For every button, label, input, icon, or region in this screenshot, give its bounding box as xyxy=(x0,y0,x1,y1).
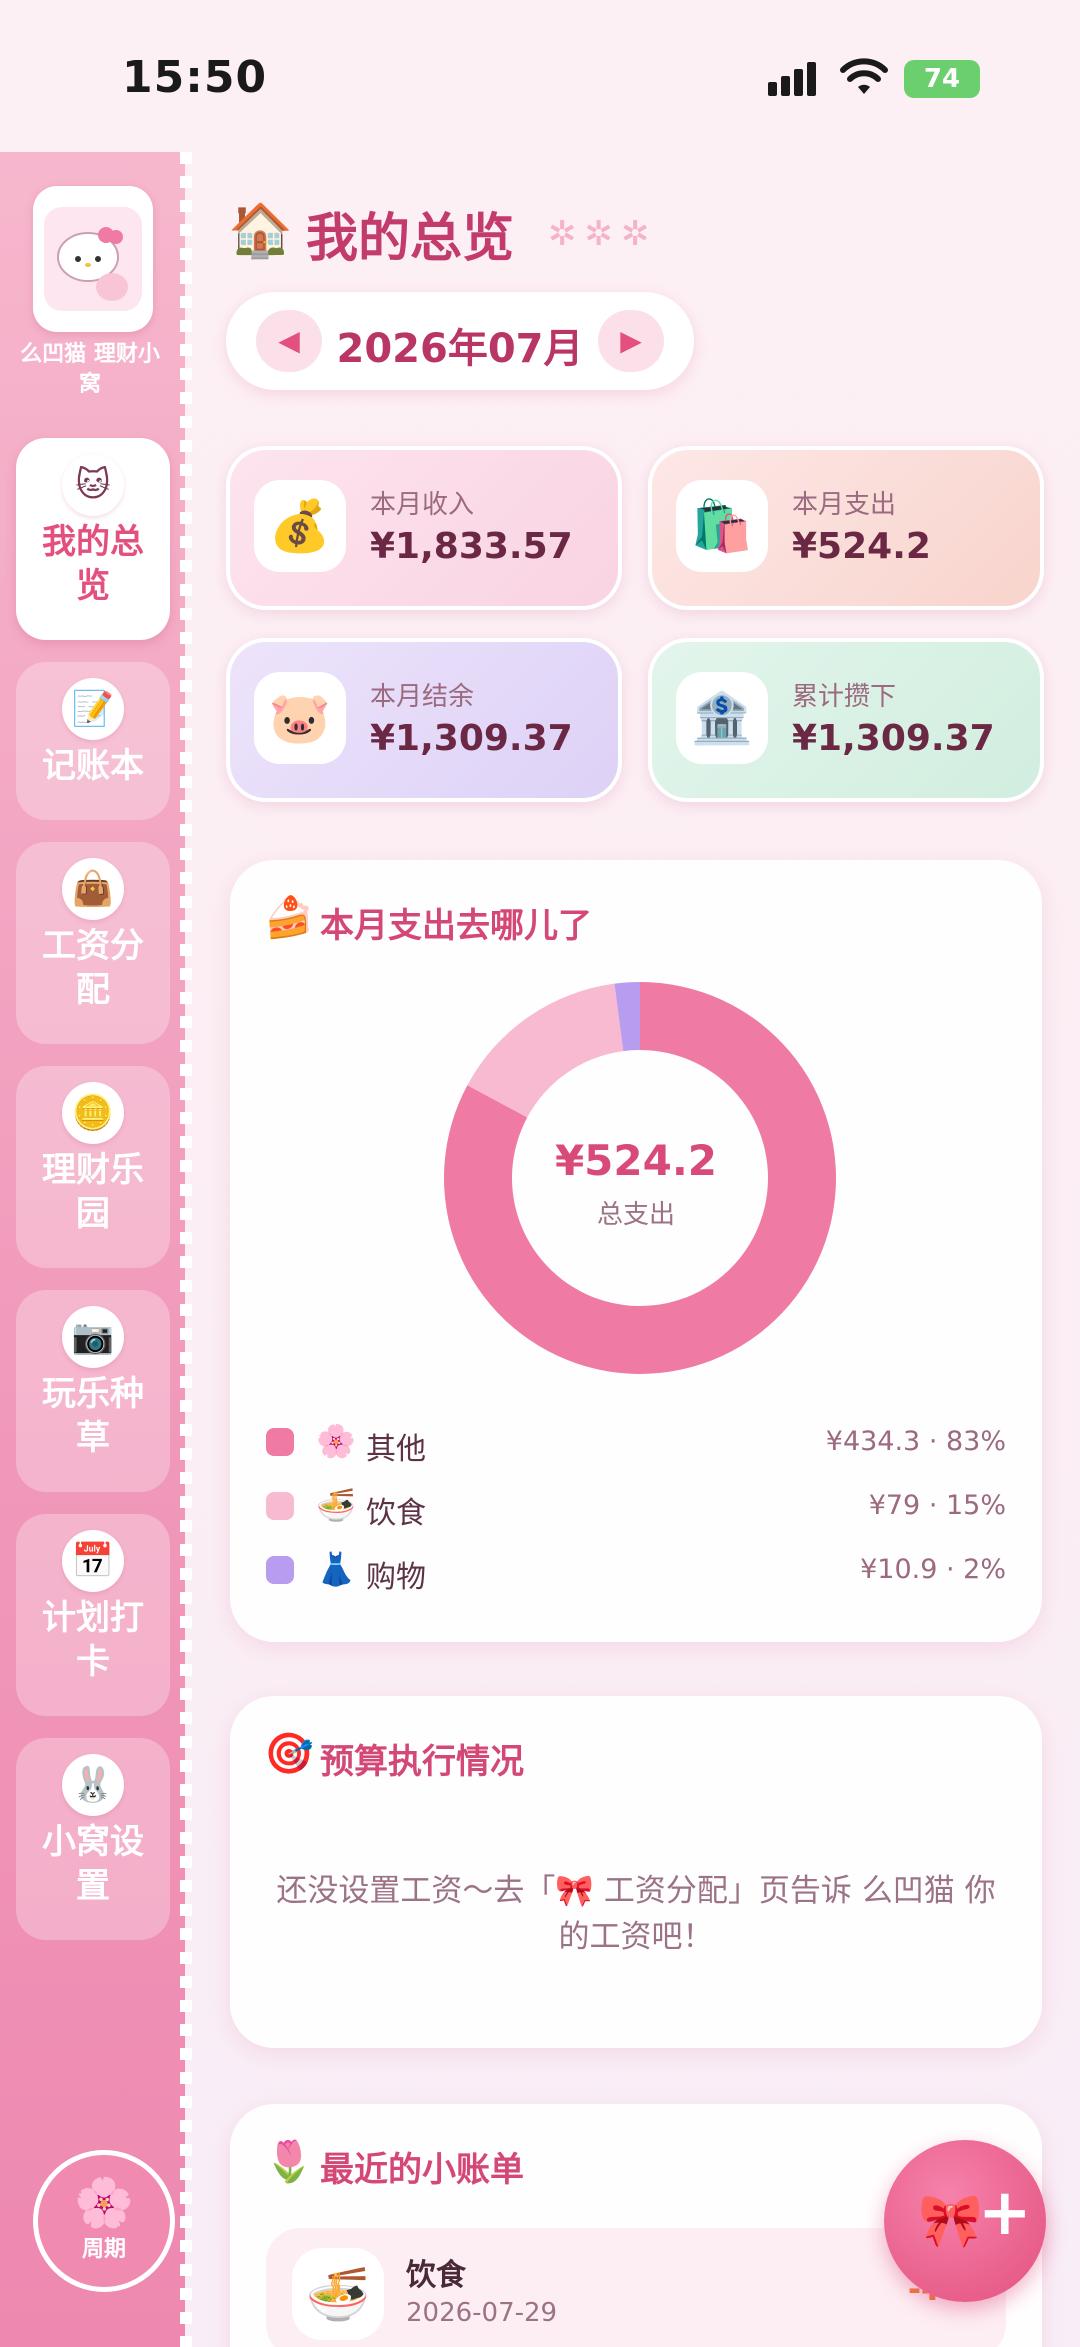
status-time: 15:50 xyxy=(122,52,268,103)
sidebar-item-label: 计划打卡 xyxy=(42,1598,144,1682)
sidebar-item-fun[interactable]: 📷 玩乐种草 xyxy=(16,1290,170,1492)
notebook-icon: 📝 xyxy=(62,678,124,740)
bill-date: 2026-07-29 xyxy=(406,2298,558,2328)
target-icon: 🎯 xyxy=(264,1731,314,1777)
status-bar: 15:50 74 xyxy=(0,0,1080,150)
sidebar-item-label: 我的总览 xyxy=(42,522,144,606)
bank-icon: 🏦 xyxy=(676,672,768,764)
expense-breakdown-panel: 🍰 本月支出去哪儿了 ¥524.2 总支出 🌸 其他 ¥434.3 · 83% … xyxy=(230,860,1042,1642)
legend-swatch xyxy=(266,1492,294,1520)
panel-title: 预算执行情况 xyxy=(320,1742,524,1782)
stat-card-income[interactable]: 💰 本月收入 ¥1,833.57 xyxy=(226,446,622,610)
kitty-icon: 🐱 xyxy=(62,454,124,516)
stat-label: 本月收入 xyxy=(370,490,475,520)
sidebar-item-label: 记账本 xyxy=(42,746,144,786)
sidebar-item-plan[interactable]: 📅 计划打卡 xyxy=(16,1514,170,1716)
bill-category: 饮食 xyxy=(406,2258,466,2293)
next-month-button[interactable]: ▶ xyxy=(598,310,664,372)
sidebar-item-salary[interactable]: 👜 工资分配 xyxy=(16,842,170,1044)
legend-name: 购物 xyxy=(366,1560,426,1595)
legend-value: ¥10.9 · 2% xyxy=(860,1554,1006,1585)
noodle-bowl-icon: 🍜 xyxy=(292,2248,384,2340)
stat-card-savings[interactable]: 🏦 累计攒下 ¥1,309.37 xyxy=(648,638,1044,802)
settings-icon: 🐰 xyxy=(62,1754,124,1816)
sidebar-item-finance[interactable]: 🪙 理财乐园 xyxy=(16,1066,170,1268)
noodle-bowl-icon: 🍜 xyxy=(316,1486,356,1524)
stat-label: 本月结余 xyxy=(370,682,475,712)
panel-title: 本月支出去哪儿了 xyxy=(320,906,592,946)
app-logo[interactable] xyxy=(33,186,153,332)
page-title: 我的总览 xyxy=(306,209,515,269)
stat-value: ¥1,833.57 xyxy=(370,526,573,567)
sidebar-perforated-edge xyxy=(180,152,192,2347)
stat-value: ¥524.2 xyxy=(792,526,931,567)
house-icon: 🏠 xyxy=(228,201,293,261)
budget-panel: 🎯 预算执行情况 还没设置工资～去「🎀 工资分配」页告诉 么凹猫 你的工资吧！ xyxy=(230,1696,1042,2048)
sidebar-item-settings[interactable]: 🐰 小窝设置 xyxy=(16,1738,170,1940)
sidebar-item-label: 工资分配 xyxy=(42,926,144,1010)
legend-value: ¥79 · 15% xyxy=(868,1490,1006,1521)
handbag-icon: 👜 xyxy=(62,858,124,920)
stat-label: 本月支出 xyxy=(792,490,897,520)
flower-icon: 🌸 xyxy=(74,2175,134,2231)
sidebar-item-label: 小窝设置 xyxy=(42,1822,144,1906)
checklist-icon: 📅 xyxy=(62,1530,124,1592)
legend-item[interactable]: 🌸 其他 ¥434.3 · 83% xyxy=(266,1422,1006,1467)
total-expense-value: ¥524.2 xyxy=(554,1136,718,1185)
dress-icon: 👗 xyxy=(316,1550,356,1588)
budget-empty-message: 还没设置工资～去「🎀 工资分配」页告诉 么凹猫 你的工资吧！ xyxy=(276,1873,996,1955)
flower-icon: 🌸 xyxy=(316,1422,356,1460)
legend-name: 饮食 xyxy=(366,1496,426,1531)
legend-swatch xyxy=(266,1556,294,1584)
stat-card-balance[interactable]: 🐷 本月结余 ¥1,309.37 xyxy=(226,638,622,802)
stat-value: ¥1,309.37 xyxy=(370,718,573,759)
pig-icon: 🐷 xyxy=(254,672,346,764)
stat-label: 累计攒下 xyxy=(792,682,897,712)
legend-value: ¥434.3 · 83% xyxy=(825,1426,1006,1457)
wifi-icon xyxy=(840,58,888,94)
total-expense-label: 总支出 xyxy=(596,1200,675,1230)
add-bill-button[interactable]: 🎀 + xyxy=(884,2140,1046,2302)
kitty-logo-icon xyxy=(44,207,142,311)
money-bag-icon: 💰 xyxy=(254,480,346,572)
battery-icon: 74 xyxy=(904,60,980,98)
battery-level: 74 xyxy=(923,64,961,94)
panel-title: 最近的小账单 xyxy=(320,2150,524,2190)
cellular-signal-icon xyxy=(768,62,820,96)
sidebar-item-overview[interactable]: 🐱 我的总览 xyxy=(16,438,170,640)
cake-icon: 🍰 xyxy=(264,895,314,941)
stat-value: ¥1,309.37 xyxy=(792,718,995,759)
decorative-stars-icon: ✲✲✲ xyxy=(548,214,658,254)
period-label: 周期 xyxy=(81,2237,126,2262)
legend-name: 其他 xyxy=(366,1432,426,1467)
plus-icon: + xyxy=(978,2176,1032,2250)
tulip-icon: 🌷 xyxy=(264,2139,314,2185)
sidebar-item-ledger[interactable]: 📝 记账本 xyxy=(16,662,170,820)
period-button[interactable]: 🌸 周期 xyxy=(33,2150,175,2292)
legend-item[interactable]: 👗 购物 ¥10.9 · 2% xyxy=(266,1550,1006,1595)
donut-slice-饮食[interactable] xyxy=(467,983,624,1118)
sidebar-item-label: 理财乐园 xyxy=(42,1150,144,1234)
month-selector: ◀ 2026年07月 ▶ xyxy=(226,292,694,390)
coin-icon: 🪙 xyxy=(62,1082,124,1144)
shopping-bag-icon: 🛍️ xyxy=(676,480,768,572)
legend-item[interactable]: 🍜 饮食 ¥79 · 15% xyxy=(266,1486,1006,1531)
bow-icon: 🎀 xyxy=(918,2191,983,2251)
app-name: 么凹猫 理财小窝 xyxy=(20,342,160,397)
camera-icon: 📷 xyxy=(62,1306,124,1368)
legend-swatch xyxy=(266,1428,294,1456)
sidebar-item-label: 玩乐种草 xyxy=(42,1374,144,1458)
stat-card-expense[interactable]: 🛍️ 本月支出 ¥524.2 xyxy=(648,446,1044,610)
